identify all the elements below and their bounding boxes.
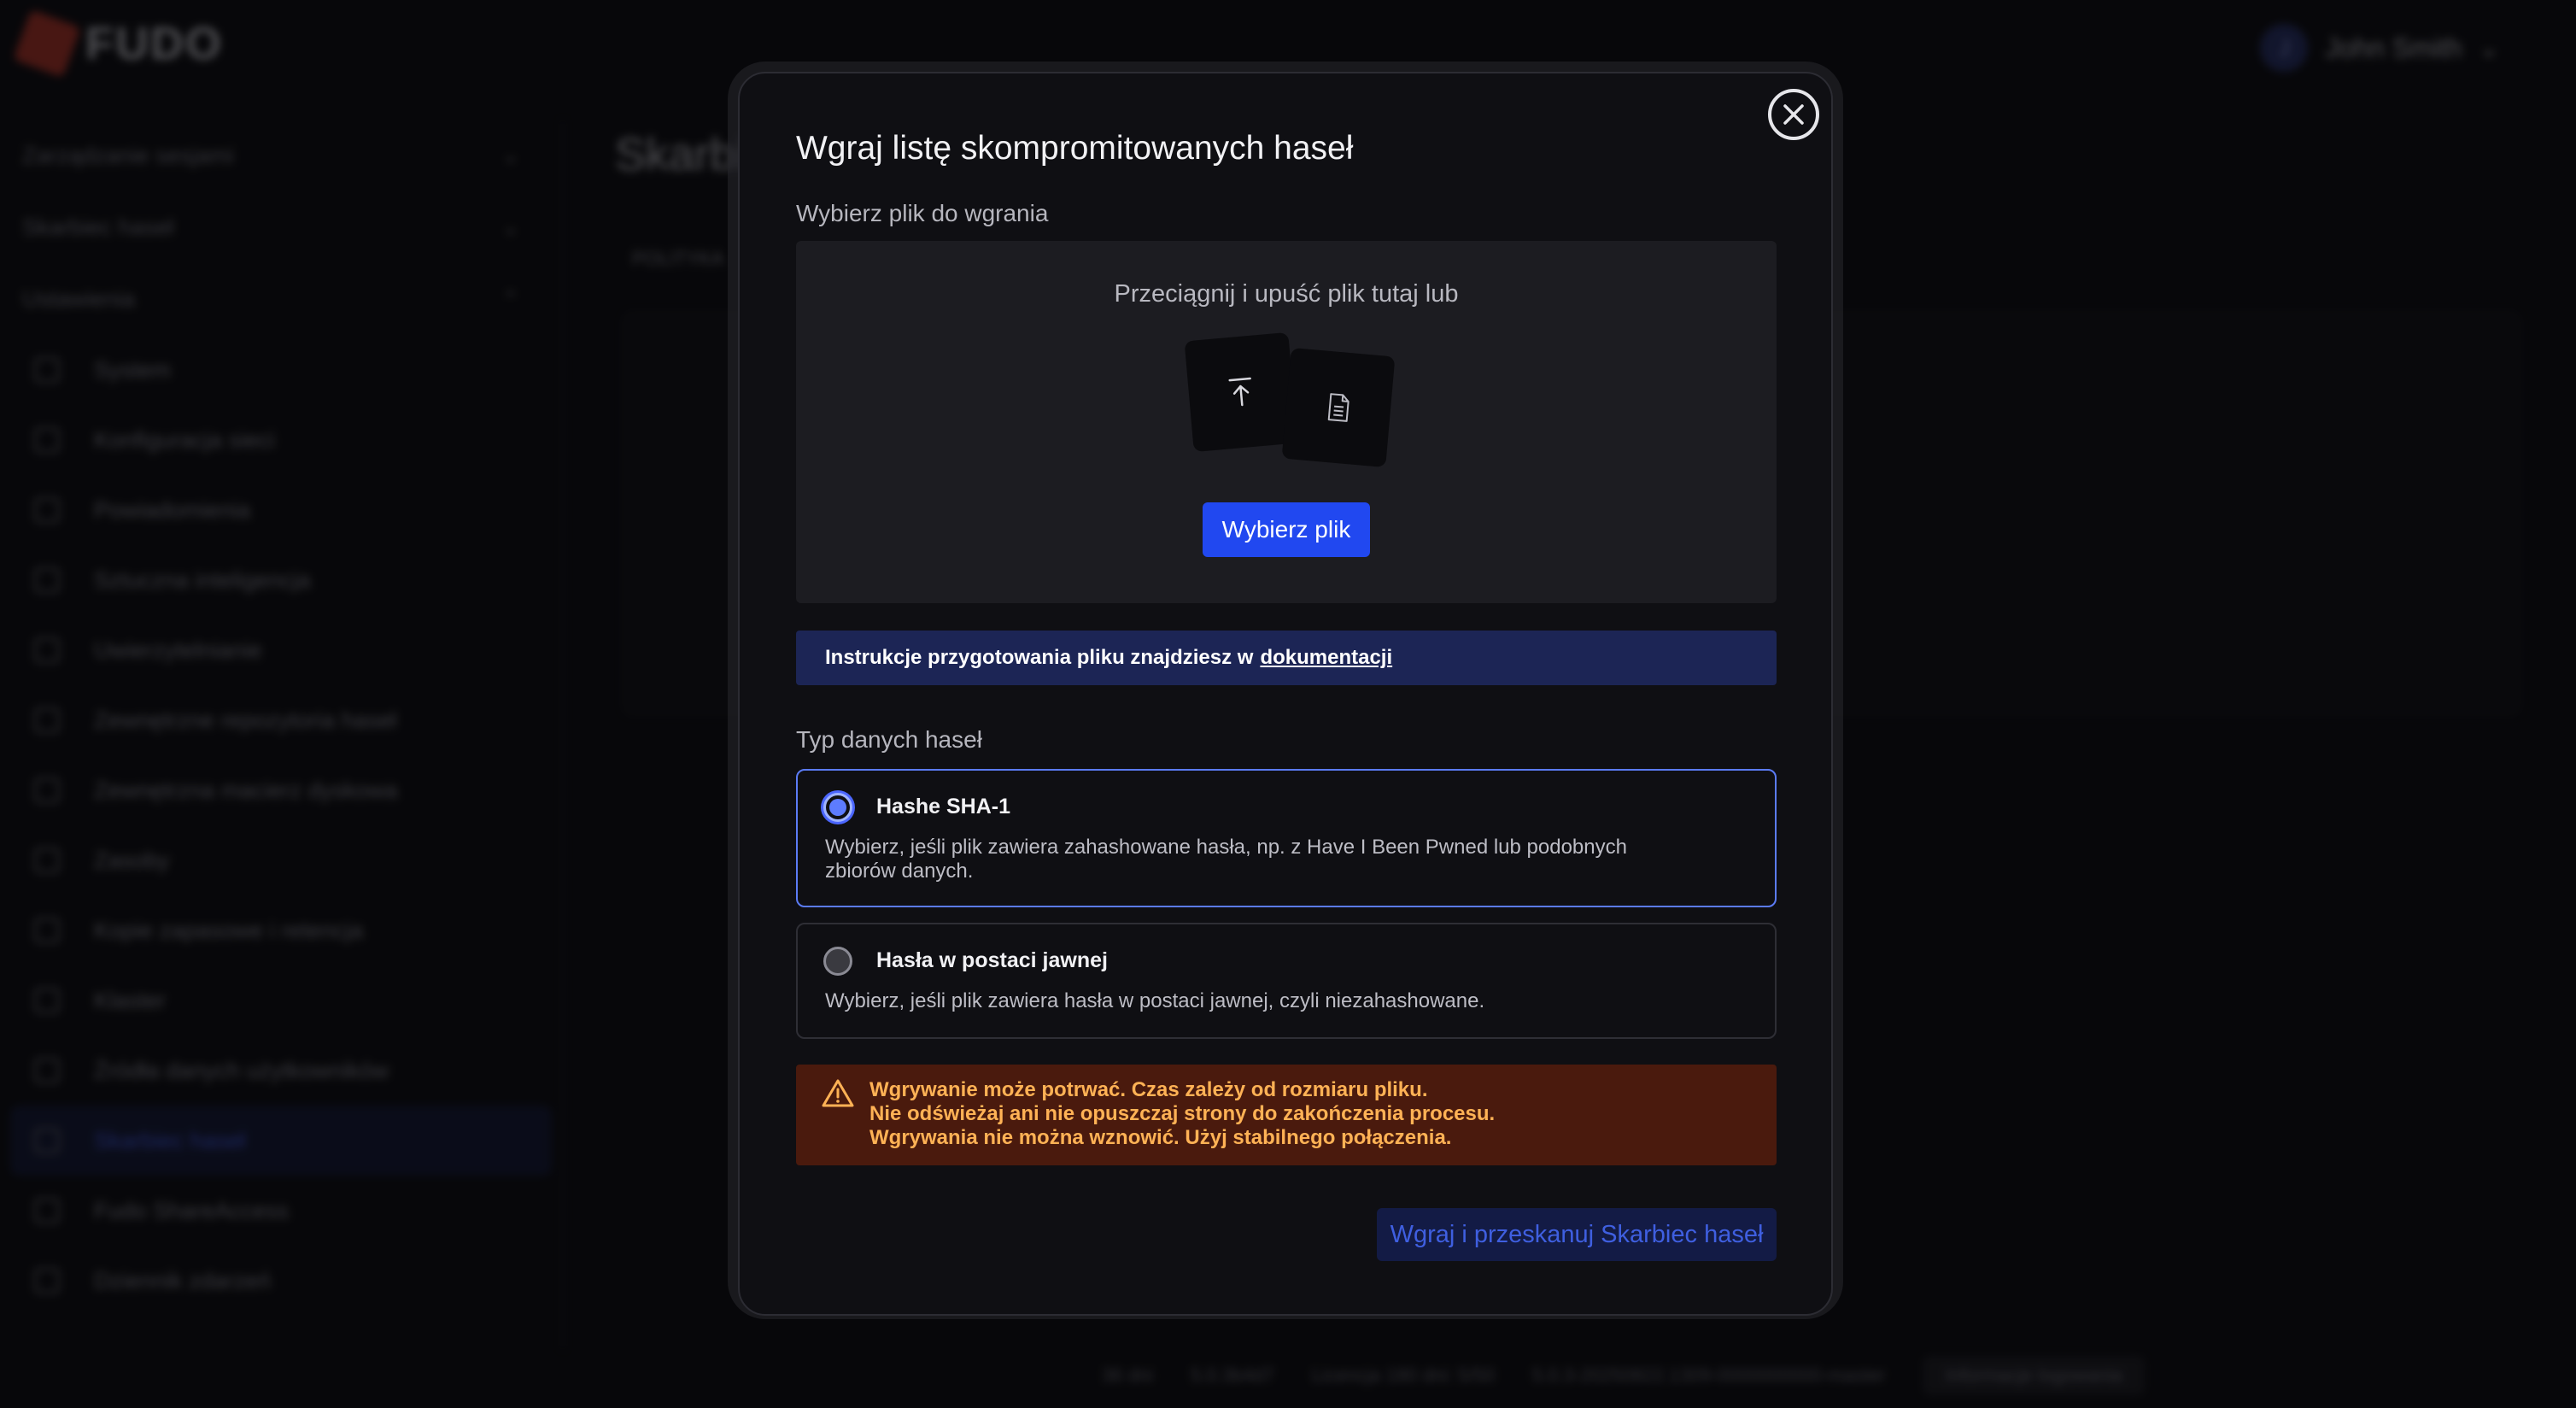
upload-scan-button[interactable]: Wgraj i przeskanuj Skarbiec haseł [1377,1208,1777,1261]
upload-modal: Wgraj listę skompromitowanych haseł Wybi… [738,72,1833,1316]
close-icon [1783,104,1804,125]
documentation-link[interactable]: dokumentacji [1260,646,1392,670]
file-icon [1327,393,1349,422]
radio-plaintext[interactable] [823,947,852,976]
warning-banner: Wgrywanie może potrwać. Czas zależy od r… [796,1065,1777,1165]
warning-icon [822,1079,854,1107]
type-section-label: Typ danych haseł [796,726,982,753]
option-title: Hasła w postaci jawnej [876,948,1108,972]
info-banner: Instrukcje przygotowania pliku znajdzies… [796,631,1777,685]
choose-file-button[interactable]: Wybierz plik [1203,502,1370,557]
upload-card [1184,331,1298,453]
dropzone-text: Przeciągnij i upuść plik tutaj lub [1114,280,1459,308]
file-section-label: Wybierz plik do wgrania [796,200,1049,226]
warning-line: Nie odświeżaj ani nie opuszczaj strony d… [869,1102,1496,1125]
warning-line: Wgrywania nie można wznowić. Użyj stabil… [869,1126,1452,1149]
option-description: Wybierz, jeśli plik zawiera zahashowane … [825,836,1627,883]
info-text: Instrukcje przygotowania pliku znajdzies… [825,646,1254,669]
option-plaintext[interactable]: Hasła w postaci jawnej Wybierz, jeśli pl… [796,923,1777,1039]
close-button[interactable] [1768,89,1819,140]
upload-icon [1228,377,1251,407]
warning-line: Wgrywanie może potrwać. Czas zależy od r… [869,1078,1428,1101]
radio-sha1[interactable] [823,793,852,822]
option-description: Wybierz, jeśli plik zawiera hasła w post… [825,989,1485,1012]
file-card [1281,347,1396,468]
modal-title: Wgraj listę skompromitowanych haseł [796,130,1354,167]
file-dropzone[interactable]: Przeciągnij i upuść plik tutaj lub Wybie… [796,241,1777,603]
option-sha1[interactable]: Hashe SHA-1 Wybierz, jeśli plik zawiera … [796,769,1777,907]
option-title: Hashe SHA-1 [876,795,1010,818]
